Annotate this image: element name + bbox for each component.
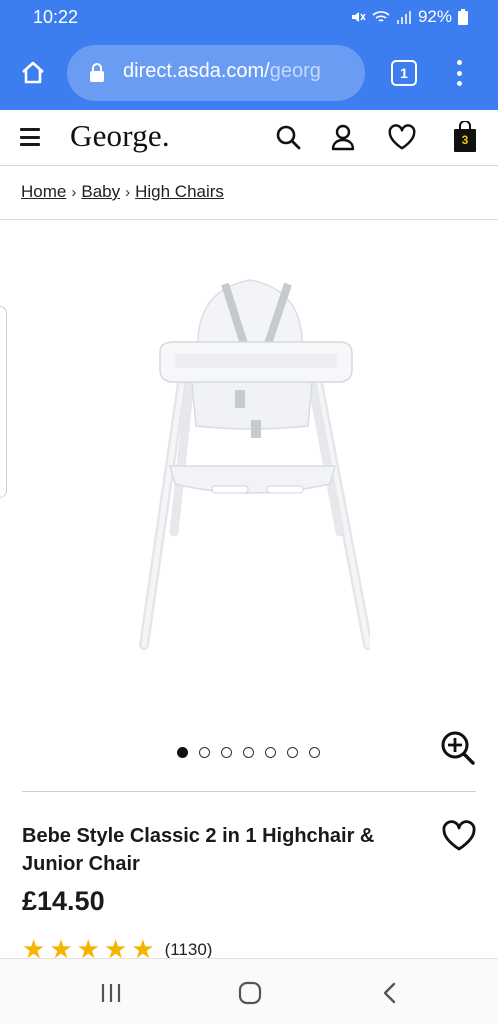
overflow-menu-icon[interactable] bbox=[450, 58, 468, 88]
mute-icon bbox=[350, 9, 366, 25]
star-icon: ★ bbox=[131, 938, 155, 958]
status-icons: 92% bbox=[350, 7, 468, 27]
review-count[interactable]: (1130) bbox=[165, 938, 213, 958]
back-icon[interactable] bbox=[375, 979, 405, 1007]
gallery-dot[interactable] bbox=[287, 747, 298, 758]
breadcrumb-divider bbox=[0, 219, 498, 220]
battery-icon bbox=[458, 9, 468, 25]
rating-row[interactable]: ★ ★ ★ ★ ★ (1130) bbox=[22, 938, 212, 958]
content-divider bbox=[22, 791, 476, 792]
url-bar[interactable]: direct.asda.com/georg bbox=[67, 45, 365, 101]
product-title: Bebe Style Classic 2 in 1 Highchair & Ju… bbox=[22, 825, 375, 875]
gallery-dot[interactable] bbox=[177, 747, 188, 758]
breadcrumb-high-chairs[interactable]: High Chairs bbox=[135, 182, 224, 202]
battery-text: 92% bbox=[417, 7, 452, 26]
signal-icon bbox=[396, 9, 412, 25]
side-drawer-handle[interactable] bbox=[0, 306, 7, 498]
url-main: direct.asda.com/ bbox=[123, 60, 270, 82]
high-chair-illustration bbox=[139, 279, 373, 650]
breadcrumb: Home › Baby › High Chairs bbox=[21, 182, 224, 202]
bag-icon[interactable]: 3 bbox=[450, 121, 480, 152]
heart-icon[interactable] bbox=[441, 820, 477, 854]
status-bar: 10:22 92% bbox=[0, 0, 498, 36]
url-faded: georg bbox=[269, 60, 321, 82]
gallery-dot[interactable] bbox=[221, 747, 232, 758]
recents-icon[interactable] bbox=[96, 979, 126, 1007]
gallery-dot[interactable] bbox=[309, 747, 320, 758]
wishlist-icon[interactable] bbox=[387, 122, 417, 152]
lock-icon bbox=[89, 63, 105, 88]
status-time: 10:22 bbox=[33, 7, 79, 27]
url-text: direct.asda.com/georg bbox=[123, 60, 353, 83]
android-nav-bar bbox=[0, 958, 498, 1024]
browser-toolbar: direct.asda.com/georg 1 bbox=[0, 36, 498, 110]
account-icon[interactable] bbox=[328, 122, 358, 152]
product-image[interactable] bbox=[130, 270, 373, 665]
home-icon[interactable] bbox=[16, 56, 50, 90]
tab-count: 1 bbox=[400, 65, 408, 81]
breadcrumb-separator: › bbox=[71, 183, 77, 201]
star-icon: ★ bbox=[49, 938, 73, 958]
tabs-icon[interactable]: 1 bbox=[391, 60, 417, 86]
bag-count: 3 bbox=[461, 132, 469, 147]
gallery-dots bbox=[177, 747, 320, 758]
george-logo[interactable]: George. bbox=[70, 118, 170, 154]
breadcrumb-separator: › bbox=[125, 183, 131, 201]
home-circle-icon[interactable] bbox=[235, 979, 265, 1007]
zoom-in-icon[interactable] bbox=[440, 730, 476, 766]
star-icon: ★ bbox=[103, 938, 128, 958]
wifi-icon bbox=[372, 9, 390, 25]
gallery-dot[interactable] bbox=[265, 747, 276, 758]
breadcrumb-baby[interactable]: Baby bbox=[81, 182, 120, 202]
star-icon: ★ bbox=[22, 938, 46, 958]
gallery-dot[interactable] bbox=[243, 747, 254, 758]
star-icon: ★ bbox=[76, 938, 100, 958]
gallery-dot[interactable] bbox=[199, 747, 210, 758]
product-price: £14.50 bbox=[22, 886, 105, 916]
search-icon[interactable] bbox=[273, 122, 303, 152]
hamburger-icon[interactable] bbox=[20, 128, 40, 146]
site-header: George. 3 bbox=[0, 110, 498, 166]
breadcrumb-home[interactable]: Home bbox=[21, 182, 66, 202]
